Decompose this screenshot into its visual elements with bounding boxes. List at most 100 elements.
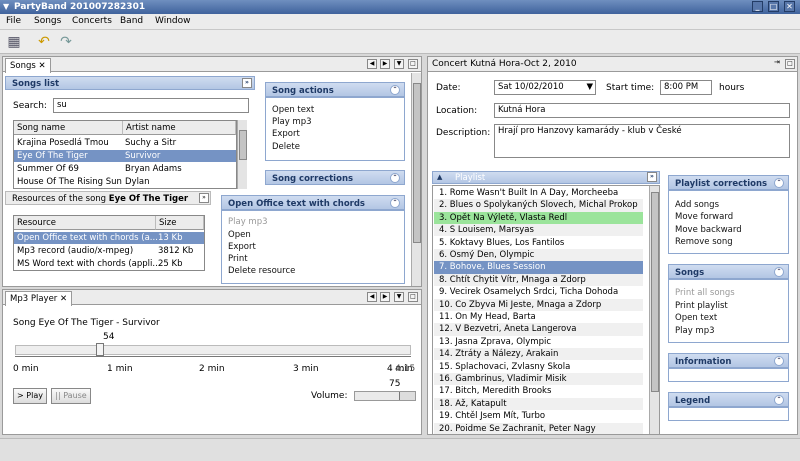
delete-resource-link[interactable]: Delete resource: [228, 266, 295, 276]
move-forward-link[interactable]: Move forward: [675, 212, 733, 222]
date-field[interactable]: Sat 10/02/2010 ▼: [494, 80, 596, 95]
column-size[interactable]: Size: [156, 216, 204, 230]
tab-list-icon[interactable]: ▼: [394, 59, 404, 69]
export-link[interactable]: Export: [272, 129, 300, 139]
expand-icon[interactable]: »: [242, 78, 252, 88]
playlist-item[interactable]: 6. Osmý Den, Olympic: [434, 249, 643, 262]
open-link[interactable]: Open: [228, 230, 251, 240]
remove-song-link[interactable]: Remove song: [675, 237, 733, 247]
playlist-menu-icon[interactable]: ▲: [437, 173, 442, 181]
undo-icon[interactable]: ↶: [36, 34, 52, 50]
table-row[interactable]: Mp3 record (audio/x-mpeg) 3812 Kb: [14, 245, 204, 257]
table-row[interactable]: MS Word text with chords (appli... 25 Kb: [14, 258, 204, 270]
playlist-item[interactable]: 5. Koktavy Blues, Los Fantilos: [434, 237, 643, 249]
table-row[interactable]: Summer Of 69 Bryan Adams: [14, 163, 236, 175]
table-row[interactable]: House Of The Rising Sun Dylan: [14, 176, 236, 188]
tab-scroll-right-icon[interactable]: ▶: [380, 59, 390, 69]
dropdown-icon[interactable]: ▼: [586, 82, 593, 92]
column-artist-name[interactable]: Artist name: [123, 121, 236, 135]
minimize-button[interactable]: _: [752, 1, 763, 12]
menu-file[interactable]: File: [6, 16, 21, 26]
menu-songs[interactable]: Songs: [34, 16, 61, 26]
column-song-name[interactable]: Song name: [14, 121, 123, 135]
save-all-icon[interactable]: ▦: [6, 34, 22, 50]
location-field[interactable]: Kutná Hora: [494, 103, 790, 118]
playlist-item[interactable]: 18. Až, Katapult: [434, 397, 643, 411]
information-header[interactable]: Information ⌃: [668, 353, 789, 368]
tab-scroll-right-icon[interactable]: ▶: [380, 292, 390, 302]
position-slider-thumb[interactable]: [96, 343, 105, 356]
playlist-item[interactable]: 4. S Louisem, Marsyas: [434, 224, 643, 237]
playlist-item[interactable]: 11. On My Head, Barta: [434, 311, 643, 323]
playlist-item[interactable]: 7. Bohove, Blues Session: [434, 261, 643, 274]
collapse-icon[interactable]: ⌃: [390, 85, 400, 95]
playlist-item[interactable]: 20. Poidme Se Zachranit, Peter Nagy: [434, 422, 643, 434]
songs-panel-scrollbar[interactable]: [411, 73, 421, 286]
redo-icon[interactable]: ↷: [58, 34, 74, 50]
playlist-item[interactable]: 12. V Bezvetri, Aneta Langerova: [434, 323, 643, 336]
volume-slider[interactable]: [354, 391, 416, 401]
print-playlist-link[interactable]: Print playlist: [675, 301, 728, 311]
collapse-icon[interactable]: ⌃: [774, 178, 784, 188]
tab-concert[interactable]: Concert Kutná Hora-Oct 2, 2010: [432, 59, 577, 69]
tab-list-icon[interactable]: ▼: [394, 292, 404, 302]
panel-maximize-icon[interactable]: □: [408, 292, 418, 302]
expand-icon[interactable]: »: [199, 193, 209, 203]
tab-scroll-left-icon[interactable]: ◀: [367, 59, 377, 69]
scrollbar-thumb[interactable]: [239, 130, 247, 160]
start-time-field[interactable]: 8:00 PM: [660, 80, 712, 95]
play-mp3-link[interactable]: Play mp3: [675, 326, 715, 336]
play-button[interactable]: > Play: [13, 388, 47, 404]
expand-icon[interactable]: »: [647, 172, 657, 182]
add-songs-link[interactable]: Add songs: [675, 200, 719, 210]
panel-maximize-icon[interactable]: □: [785, 59, 795, 69]
close-tab-icon[interactable]: ✕: [60, 294, 67, 304]
window-menu-icon[interactable]: ▼: [3, 2, 9, 11]
move-backward-link[interactable]: Move backward: [675, 225, 742, 235]
pause-button[interactable]: || Pause: [51, 388, 91, 404]
playlist-item[interactable]: 8. Chtít Chytit Vítr, Mnaga a Zdorp: [434, 273, 643, 287]
maximize-button[interactable]: □: [768, 1, 779, 12]
playlist-item[interactable]: 13. Jasna Zprava, Olympic: [434, 336, 643, 348]
column-resource[interactable]: Resource: [14, 216, 156, 230]
menu-concerts[interactable]: Concerts: [72, 16, 112, 26]
playlist-item[interactable]: 17. Bitch, Meredith Brooks: [434, 385, 643, 397]
playlist-item[interactable]: 2. Blues o Spolykaných Slovech, Michal P…: [434, 199, 643, 212]
scrollbar-thumb[interactable]: [413, 83, 421, 243]
collapse-icon[interactable]: ⌃: [390, 173, 400, 183]
playlist-item[interactable]: 16. Gambrinus, Vladimir Misik: [434, 373, 643, 386]
playlist-item[interactable]: 1. Rome Wasn't Built In A Day, Morcheeba: [434, 187, 643, 199]
menu-window[interactable]: Window: [155, 16, 191, 26]
collapse-icon[interactable]: ⌃: [774, 395, 784, 405]
print-all-songs-link[interactable]: Print all songs: [675, 288, 735, 298]
export-link[interactable]: Export: [228, 242, 256, 252]
play-mp3-link[interactable]: Play mp3: [228, 217, 268, 227]
collapse-icon[interactable]: ⌃: [390, 198, 400, 208]
collapse-icon[interactable]: ⌃: [774, 356, 784, 366]
tab-scroll-left-icon[interactable]: ◀: [367, 292, 377, 302]
playlist-item[interactable]: 9. Vecirek Osamelych Srdci, Ticha Dohoda: [434, 286, 643, 298]
tab-songs[interactable]: Songs ✕: [5, 58, 51, 73]
tab-menu-icon[interactable]: ⇥: [774, 58, 780, 66]
scrollbar-thumb[interactable]: [651, 192, 659, 392]
close-tab-icon[interactable]: ✕: [39, 61, 46, 71]
description-field[interactable]: Hrají pro Hanzovy kamarády - klub v Česk…: [494, 124, 790, 158]
panel-maximize-icon[interactable]: □: [408, 59, 418, 69]
open-text-link[interactable]: Open text: [272, 105, 314, 115]
playlist-item[interactable]: 3. Opět Na Výletě, Vlasta Redl: [434, 211, 643, 225]
playlist-item[interactable]: 15. Splachovaci, Zvlasny Skola: [434, 361, 643, 373]
position-slider-track[interactable]: [15, 345, 411, 355]
print-link[interactable]: Print: [228, 254, 248, 264]
playlist-item[interactable]: 10. Co Zbyva Mi Jeste, Mnaga a Zdorp: [434, 298, 643, 311]
collapse-icon[interactable]: ⌃: [774, 267, 784, 277]
play-mp3-link[interactable]: Play mp3: [272, 117, 312, 127]
table-row[interactable]: Krajina Posedlá Tmou Suchy a Sitr: [14, 137, 236, 149]
playlist-item[interactable]: 14. Ztráty a Nálezy, Arakain: [434, 348, 643, 361]
legend-header[interactable]: Legend ⌃: [668, 392, 789, 407]
search-input[interactable]: su: [53, 98, 249, 113]
table-row[interactable]: Eye Of The Tiger Survivor: [14, 150, 236, 162]
playlist-item[interactable]: 19. Chtěl Jsem Mít, Turbo: [434, 410, 643, 422]
table-row[interactable]: Open Office text with chords (a... 13 Kb: [14, 232, 204, 244]
tab-mp3-player[interactable]: Mp3 Player ✕: [5, 291, 73, 306]
open-text-link[interactable]: Open text: [675, 313, 717, 323]
